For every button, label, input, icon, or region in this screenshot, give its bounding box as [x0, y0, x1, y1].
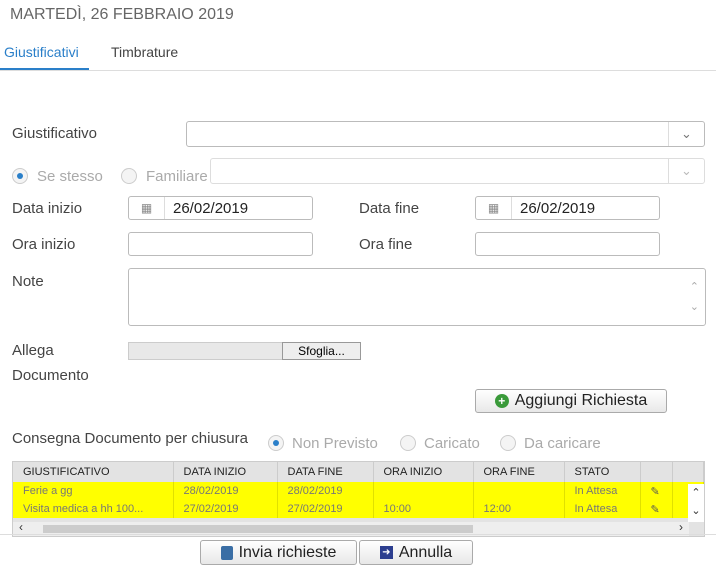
allega-label: Allega — [12, 342, 54, 359]
calendar-icon[interactable]: ▦ — [476, 197, 512, 219]
calendar-icon[interactable]: ▦ — [129, 197, 165, 219]
table-row[interactable]: Visita medica a hh 100... 27/02/2019 27/02… — [13, 500, 704, 518]
radio-da-caricare[interactable] — [500, 435, 516, 451]
save-icon — [220, 545, 233, 560]
exit-arrow-icon: ➜ — [379, 546, 393, 559]
annulla-button[interactable]: ➜ Annulla — [359, 540, 473, 565]
col-header[interactable]: ORA INIZIO — [373, 462, 474, 482]
edit-icon[interactable]: ✎ — [640, 500, 673, 518]
data-fine-label: Data fine — [359, 200, 420, 217]
table-row[interactable]: Ferie a gg 28/02/2019 28/02/2019 In Attesa ✎ — [13, 482, 704, 500]
page-date: MARTEDÌ, 26 FEBBRAIO 2019 — [10, 6, 234, 23]
chevron-down-icon: ⌄ — [668, 122, 704, 146]
ora-inizio-label: Ora inizio — [12, 236, 76, 253]
consegna-label: Consegna Documento per chiusura — [12, 430, 248, 447]
file-input[interactable] — [128, 342, 283, 360]
col-header[interactable]: STATO — [564, 462, 641, 482]
data-inizio-label: Data inizio — [12, 200, 83, 217]
col-header[interactable]: ORA FINE — [473, 462, 565, 482]
radio-caricato[interactable] — [400, 435, 416, 451]
non-previsto-label: Non Previsto — [292, 435, 378, 452]
note-label: Note — [12, 273, 44, 290]
da-caricare-label: Da caricare — [524, 435, 601, 452]
se-stesso-label: Se stesso — [37, 168, 103, 185]
plus-circle-icon: + — [494, 394, 509, 408]
radio-non-previsto[interactable] — [268, 435, 284, 451]
data-fine-input[interactable]: ▦ 26/02/2019 — [475, 196, 660, 220]
invia-richieste-button[interactable]: Invia richieste — [200, 540, 357, 565]
radio-se-stesso[interactable] — [12, 168, 28, 184]
giustificativo-select[interactable]: ⌄ — [186, 121, 705, 147]
scroll-arrows-icon[interactable]: ⌃ ⌄ — [690, 277, 699, 317]
sfoglia-button[interactable]: Sfoglia... — [282, 342, 361, 360]
familiare-label: Familiare — [146, 168, 208, 185]
richieste-table: GIUSTIFICATIVO DATA INIZIO DATA FINE ORA… — [12, 461, 705, 537]
col-header[interactable]: DATA FINE — [277, 462, 374, 482]
caricato-label: Caricato — [424, 435, 480, 452]
col-header[interactable]: DATA INIZIO — [173, 462, 278, 482]
tab-timbrature[interactable]: Timbrature — [111, 44, 178, 60]
aggiungi-richiesta-button[interactable]: + Aggiungi Richiesta — [475, 389, 667, 413]
radio-familiare[interactable] — [121, 168, 137, 184]
ora-fine-input[interactable] — [475, 232, 660, 256]
tabs-divider — [0, 70, 716, 71]
footer-divider — [0, 534, 716, 535]
familiare-select[interactable]: ⌄ — [210, 158, 705, 184]
ora-inizio-input[interactable] — [128, 232, 313, 256]
vertical-scrollbar[interactable]: ⌃ ⌄ — [688, 484, 704, 522]
col-header[interactable]: GIUSTIFICATIVO — [13, 462, 174, 482]
data-inizio-input[interactable]: ▦ 26/02/2019 — [128, 196, 313, 220]
tab-giustificativi[interactable]: Giustificativi — [4, 44, 79, 60]
edit-icon[interactable]: ✎ — [640, 482, 673, 500]
note-textarea[interactable]: ⌃ ⌄ — [128, 268, 706, 326]
documento-label: Documento — [12, 367, 89, 384]
ora-fine-label: Ora fine — [359, 236, 413, 253]
giustificativo-label: Giustificativo — [12, 125, 98, 142]
chevron-down-icon: ⌄ — [668, 159, 704, 183]
